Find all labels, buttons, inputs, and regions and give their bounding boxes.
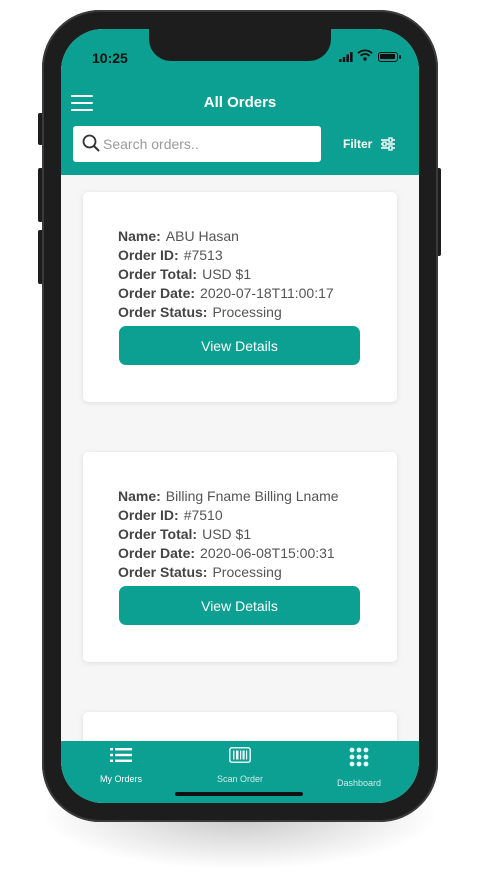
order-details: Name: ABU Hasan Order ID: #7513 Order Tota… (118, 227, 334, 322)
order-date-row: Order Date: 2020-07-18T11:00:17 (118, 284, 334, 303)
notch (149, 29, 331, 61)
order-details: Name: Billing Fname Billing Lname Order I… (118, 487, 339, 582)
order-status-row: Order Status: Processing (118, 563, 339, 582)
view-details-button[interactable]: View Details (119, 586, 360, 625)
order-date: 2020-07-18T11:00:17 (200, 285, 334, 301)
order-card-partial (83, 712, 397, 741)
order-name: Billing Fname Billing Lname (165, 488, 339, 504)
list-icon (110, 748, 132, 762)
field-label: Name: (118, 228, 161, 244)
device-mockup: 10:25 All Orders Search orders.. Filter … (0, 0, 479, 880)
tab-label: Dashboard (336, 778, 382, 788)
barcode-icon (229, 747, 251, 763)
home-indicator (175, 792, 303, 796)
tab-label: Scan Order (216, 774, 264, 784)
order-total: USD $1 (202, 526, 252, 542)
grid-icon (349, 747, 369, 767)
field-label: Order Status: (118, 304, 208, 320)
status-time: 10:25 (92, 50, 128, 66)
field-label: Order Total: (118, 266, 198, 282)
field-label: Order Total: (118, 526, 198, 542)
order-status-row: Order Status: Processing (118, 303, 334, 322)
order-name-row: Name: Billing Fname Billing Lname (118, 487, 339, 506)
view-details-button[interactable]: View Details (119, 326, 360, 365)
orders-list[interactable]: Name: ABU Hasan Order ID: #7513 Order Tota… (61, 175, 419, 741)
order-id: #7513 (183, 247, 223, 263)
order-total: USD $1 (202, 266, 252, 282)
tab-label: My Orders (99, 774, 142, 784)
field-label: Order Date: (118, 545, 196, 561)
order-id: #7510 (183, 507, 223, 523)
field-label: Order ID: (118, 247, 179, 263)
order-id-row: Order ID: #7513 (118, 246, 334, 265)
phone-frame: 10:25 All Orders Search orders.. Filter … (42, 10, 438, 822)
search-input[interactable] (103, 126, 313, 162)
order-name-row: Name: ABU Hasan (118, 227, 334, 246)
field-label: Order ID: (118, 507, 179, 523)
filter-button[interactable]: Filter (343, 135, 396, 153)
field-label: Order Status: (118, 564, 208, 580)
order-date: 2020-06-08T15:00:31 (200, 545, 335, 561)
field-label: Order Date: (118, 285, 196, 301)
sliders-icon (381, 137, 396, 151)
tab-scan-order[interactable]: Scan Order (180, 747, 300, 784)
search-bar[interactable] (73, 126, 321, 162)
page-title: All Orders (203, 94, 277, 111)
field-label: Name: (118, 488, 161, 504)
app-screen: 10:25 All Orders Search orders.. Filter … (61, 29, 419, 803)
order-name: ABU Hasan (165, 228, 239, 244)
order-id-row: Order ID: #7510 (118, 506, 339, 525)
wifi-icon (357, 49, 373, 61)
order-date-row: Order Date: 2020-06-08T15:00:31 (118, 544, 339, 563)
battery-icon (378, 52, 401, 62)
order-status: Processing (212, 564, 282, 580)
order-status: Processing (212, 304, 282, 320)
filter-label: Filter (343, 137, 373, 151)
order-card: Name: Billing Fname Billing Lname Order I… (83, 452, 397, 662)
order-card: Name: ABU Hasan Order ID: #7513 Order Tota… (83, 192, 397, 402)
signal-icon (339, 52, 353, 62)
tab-my-orders[interactable]: My Orders (61, 747, 181, 784)
tab-dashboard[interactable]: Dashboard (299, 747, 419, 788)
order-total-row: Order Total: USD $1 (118, 265, 334, 284)
order-total-row: Order Total: USD $1 (118, 525, 339, 544)
search-icon (82, 134, 100, 152)
